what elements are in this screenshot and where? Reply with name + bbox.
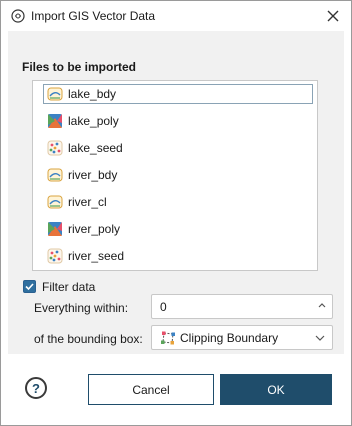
file-label: river_poly xyxy=(68,222,121,236)
polyline-icon xyxy=(47,195,63,209)
title-bar: Import GIS Vector Data xyxy=(1,1,351,31)
import-gis-vector-data-dialog: Import GIS Vector Data Files to be impor… xyxy=(0,0,352,426)
file-list[interactable]: lake_bdy lake_poly lake_seed river_bdy r… xyxy=(32,80,318,271)
chevron-down-icon xyxy=(315,335,325,341)
bounding-box-select[interactable]: Clipping Boundary xyxy=(151,325,333,350)
list-item[interactable]: lake_poly xyxy=(33,108,303,135)
checkmark-icon xyxy=(25,283,34,291)
polygon-icon xyxy=(48,114,62,128)
clipping-boundary-icon xyxy=(161,331,175,345)
file-label: lake_bdy xyxy=(68,87,117,101)
ok-button[interactable]: OK xyxy=(220,374,332,405)
dialog-title: Import GIS Vector Data xyxy=(31,9,156,23)
file-label: river_seed xyxy=(68,249,125,263)
list-item[interactable]: river_bdy xyxy=(33,162,303,189)
list-item[interactable]: lake_bdy xyxy=(33,81,313,108)
app-logo-icon xyxy=(11,9,25,23)
files-section-title: Files to be imported xyxy=(22,60,137,74)
chevron-up-icon[interactable] xyxy=(316,299,328,313)
list-item[interactable]: river_cl xyxy=(33,189,303,216)
polygon-icon xyxy=(48,222,62,236)
filter-data-label: Filter data xyxy=(42,280,96,294)
checkbox[interactable] xyxy=(23,280,36,293)
file-label: river_cl xyxy=(68,195,107,209)
close-icon xyxy=(327,10,339,22)
points-icon xyxy=(47,140,63,156)
file-label: lake_seed xyxy=(68,141,123,155)
file-label: river_bdy xyxy=(68,168,118,182)
list-item[interactable]: river_poly xyxy=(33,216,303,243)
polyline-icon xyxy=(47,168,63,182)
file-label: lake_poly xyxy=(68,114,119,128)
cancel-button[interactable]: Cancel xyxy=(88,374,214,405)
list-item[interactable]: lake_seed xyxy=(33,135,303,162)
close-button[interactable] xyxy=(321,5,345,27)
everything-within-input[interactable]: 0 xyxy=(151,294,333,319)
bounding-box-label: of the bounding box: xyxy=(34,332,143,346)
dialog-body: Files to be imported lake_bdy lake_poly … xyxy=(8,31,344,354)
points-icon xyxy=(47,248,63,264)
polyline-icon xyxy=(47,87,63,101)
list-item[interactable]: river_seed xyxy=(33,243,303,270)
everything-within-label: Everything within: xyxy=(34,301,129,315)
help-button[interactable]: ? xyxy=(25,377,47,399)
everything-within-value: 0 xyxy=(160,300,167,314)
bounding-box-value: Clipping Boundary xyxy=(180,331,279,345)
